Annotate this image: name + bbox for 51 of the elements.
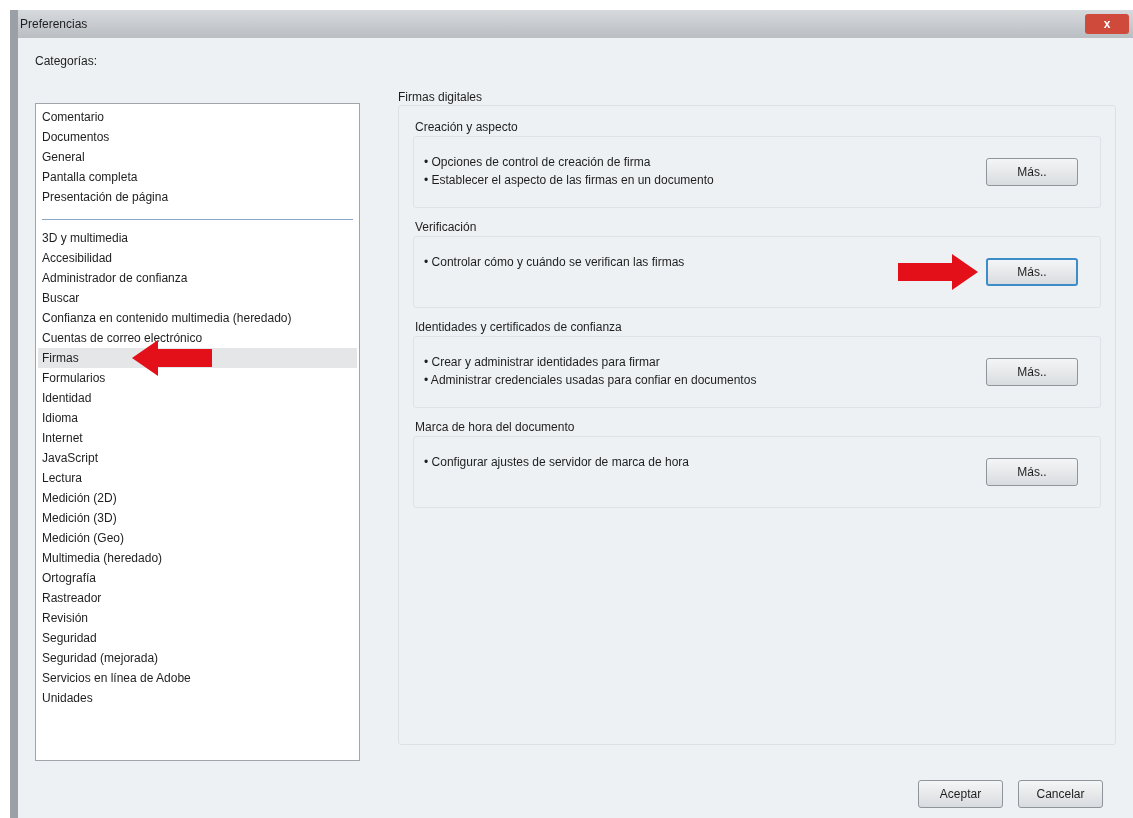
more-button[interactable]: Más..: [986, 458, 1078, 486]
category-item[interactable]: Identidad: [38, 388, 357, 408]
category-item[interactable]: Servicios en línea de Adobe: [38, 668, 357, 688]
category-item[interactable]: Medición (Geo): [38, 528, 357, 548]
section-title: Marca de hora del documento: [414, 419, 576, 434]
window-title: Preferencias: [20, 16, 88, 33]
section-title: Creación y aspecto: [414, 119, 519, 134]
category-item[interactable]: Documentos: [38, 127, 357, 147]
category-item[interactable]: JavaScript: [38, 448, 357, 468]
category-item[interactable]: Medición (2D): [38, 488, 357, 508]
category-item[interactable]: Seguridad (mejorada): [38, 648, 357, 668]
more-button[interactable]: Más..: [986, 158, 1078, 186]
panel-title: Firmas digitales: [398, 89, 484, 103]
category-item[interactable]: Pantalla completa: [38, 167, 357, 187]
close-button[interactable]: x: [1085, 14, 1129, 34]
more-button[interactable]: Más..: [986, 258, 1078, 286]
category-item[interactable]: Accesibilidad: [38, 248, 357, 268]
section-description: • Establecer el aspecto de las firmas en un documento: [424, 172, 714, 189]
section-title: Identidades y certificados de confianza: [414, 319, 623, 334]
section-description: • Configurar ajustes de servidor de marca de hora: [424, 454, 689, 471]
category-item[interactable]: Revisión: [38, 608, 357, 628]
category-item[interactable]: Buscar: [38, 288, 357, 308]
category-item[interactable]: Administrador de confianza: [38, 268, 357, 288]
dialog-button[interactable]: Aceptar: [918, 780, 1003, 808]
dialog-button[interactable]: Cancelar: [1018, 780, 1103, 808]
category-item[interactable]: Formularios: [38, 368, 357, 388]
category-item[interactable]: Confianza en contenido multimedia (heredado): [38, 308, 357, 328]
more-button[interactable]: Más..: [986, 358, 1078, 386]
category-list[interactable]: [35, 103, 360, 761]
category-item[interactable]: Internet: [38, 428, 357, 448]
category-item[interactable]: 3D y multimedia: [38, 228, 357, 248]
category-item[interactable]: Comentario: [38, 107, 357, 127]
category-item[interactable]: Multimedia (heredado): [38, 548, 357, 568]
section-title: Verificación: [414, 219, 478, 234]
category-item[interactable]: Rastreador: [38, 588, 357, 608]
section-description: • Crear y administrar identidades para firmar: [424, 354, 661, 371]
category-item[interactable]: Idioma: [38, 408, 357, 428]
categories-label: Categorías:: [35, 53, 99, 67]
section-description: • Administrar credenciales usadas para confiar en documentos: [424, 372, 757, 389]
category-item[interactable]: Seguridad: [38, 628, 357, 648]
section-description: • Opciones de control de creación de firma: [424, 154, 652, 171]
category-item[interactable]: Ortografía: [38, 568, 357, 588]
arrow-annotation-icon: [132, 340, 212, 376]
category-item[interactable]: Presentación de página: [38, 187, 357, 207]
category-item[interactable]: General: [38, 147, 357, 167]
arrow-annotation-icon: [898, 254, 978, 290]
category-item[interactable]: Medición (3D): [38, 508, 357, 528]
category-item[interactable]: Cuentas de correo electrónico: [38, 328, 357, 348]
category-item[interactable]: Lectura: [38, 468, 357, 488]
section-description: • Controlar cómo y cuándo se verifican las firmas: [424, 254, 685, 271]
category-item[interactable]: Unidades: [38, 688, 357, 708]
